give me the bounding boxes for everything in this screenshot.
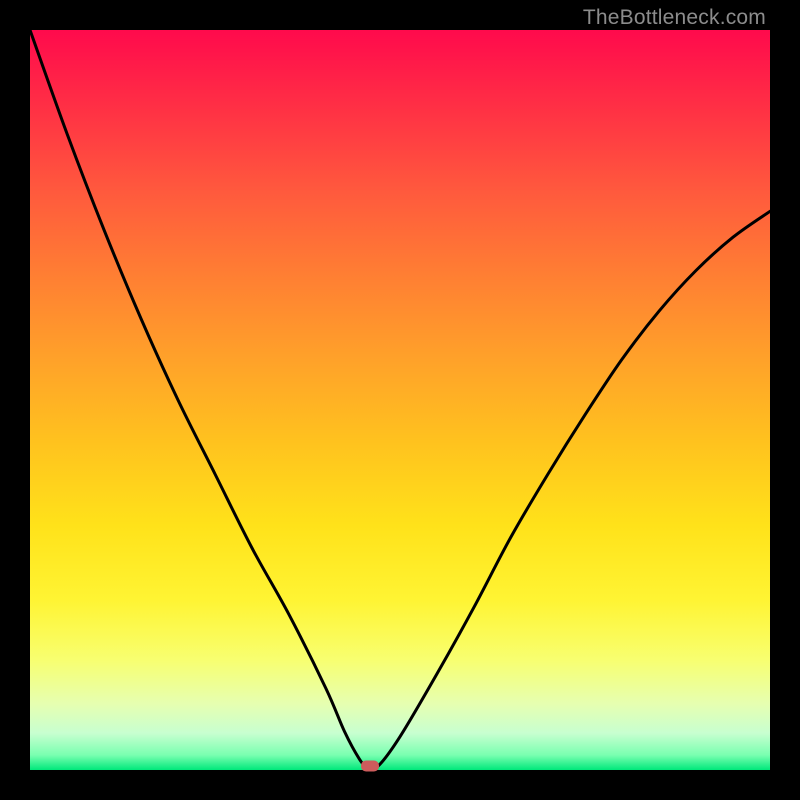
optimal-point-marker <box>361 761 379 772</box>
plot-area <box>30 30 770 770</box>
watermark-text: TheBottleneck.com <box>583 6 766 30</box>
bottleneck-curve <box>30 30 770 770</box>
chart-frame: TheBottleneck.com <box>0 0 800 800</box>
